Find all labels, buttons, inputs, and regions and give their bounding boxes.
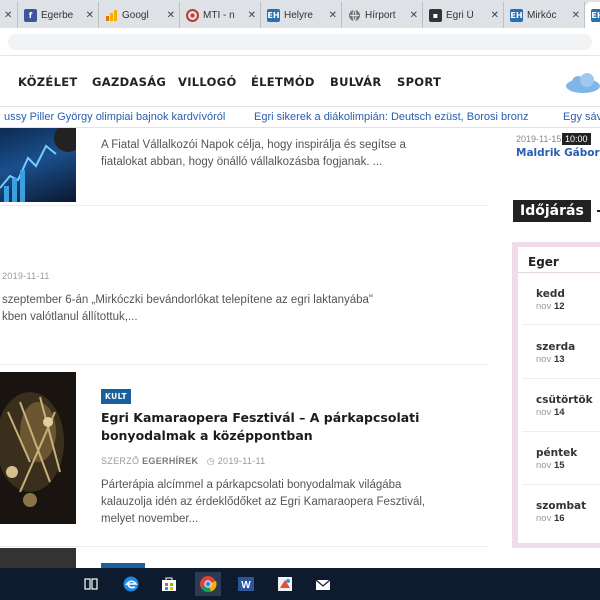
weather-city: Eger [528,255,559,269]
browser-tab[interactable]: EH Helyre ✕ [261,2,342,28]
browser-tab[interactable]: MTI - n ✕ [180,2,261,28]
google-analytics-icon [105,9,118,22]
svg-text:W: W [241,580,251,591]
article-date: 2019-11-11 [2,271,50,281]
article-excerpt: szeptember 6-án „Mirkóczki bevándorlókat… [2,294,373,323]
browser-tab[interactable]: ✕ [0,2,18,28]
eh-icon: EH [510,8,523,22]
weather-date: nov 16 [536,513,565,524]
weather-date: nov 14 [536,407,565,418]
browser-tab[interactable]: Hírport ✕ [342,2,423,28]
globe-icon [348,9,361,22]
eh-icon: EH [591,8,600,22]
divider [522,324,600,325]
weather-date: nov 12 [536,301,565,312]
chrome-icon[interactable] [195,572,221,596]
close-icon[interactable]: ✕ [491,10,499,21]
ticker-item[interactable]: Egy sáv [563,111,600,123]
mail-icon[interactable] [310,572,336,596]
weather-date: nov 15 [536,460,565,471]
ticker-item[interactable]: ussy Piller György olimpiai bajnok kardv… [4,111,225,123]
address-bar[interactable] [8,34,592,50]
news-ticker: ussy Piller György olimpiai bajnok kardv… [0,106,600,128]
eh-icon: EH [267,8,280,22]
paint-icon[interactable] [272,572,298,596]
divider [522,484,600,485]
weather-day: szerda [536,341,576,353]
article-headline[interactable]: Egri Kamaraopera Fesztivál – A párkapcso… [101,409,419,445]
divider [522,431,600,432]
weather-day: csütörtök [536,394,593,406]
browser-tab[interactable]: EH Mirkóc ✕ [504,2,585,28]
close-icon[interactable]: ✕ [572,10,580,21]
page-icon: ▪ [429,8,442,22]
sidebar-date: 2019-11-15 [516,134,562,144]
category-badge[interactable]: KULT [101,389,132,404]
article-excerpt: Párterápia alcímmel a párkapcsolati bony… [101,479,426,525]
mti-icon [186,8,199,22]
close-icon[interactable]: ✕ [167,10,175,21]
clock-icon: ◷ [206,456,215,466]
site-nav: KÖZÉLET GAZDASÁG VILLOGÓ ÉLETMÓD BULVÁR … [0,64,600,102]
edge-icon[interactable] [118,572,144,596]
nav-eletmod[interactable]: ÉLETMÓD [251,75,315,89]
weather-day: péntek [536,447,578,459]
browser-tab[interactable]: Googl ✕ [99,2,180,28]
weather-date: nov 13 [536,354,565,365]
task-view-icon[interactable] [78,572,104,596]
close-icon[interactable]: ✕ [4,10,12,21]
browser-tab[interactable]: ▪ Egri Ü ✕ [423,2,504,28]
ticker-item[interactable]: Egri sikerek a diákolimpián: Deutsch ezü… [254,111,529,123]
nav-gazdasag[interactable]: GAZDASÁG [92,75,166,89]
cloud-icon [566,73,600,93]
author-link[interactable]: EGERHÍREK [142,456,198,466]
divider [0,205,488,206]
store-icon[interactable] [156,572,182,596]
weather-title: Időjárás [513,200,591,222]
facebook-icon: f [24,8,37,22]
divider [0,546,488,547]
article-thumbnail[interactable] [0,372,76,524]
close-icon[interactable]: ✕ [329,10,337,21]
article-thumbnail[interactable] [0,128,76,202]
weather-day: szombat [536,500,587,512]
nav-villogo[interactable]: VILLOGÓ [178,75,237,89]
close-icon[interactable]: ✕ [86,10,94,21]
nav-sport[interactable]: SPORT [397,75,441,89]
nav-bulvar[interactable]: BULVÁR [330,75,382,89]
close-icon[interactable]: ✕ [410,10,418,21]
divider [518,272,600,273]
close-icon[interactable]: ✕ [248,10,256,21]
sidebar-article-link[interactable]: Maldrik Gábor k [516,147,600,159]
divider [522,378,600,379]
article-meta: SZERZŐ EGERHÍREK ◷ 2019-11-11 [101,456,266,466]
divider [0,364,488,365]
nav-kozelet[interactable]: KÖZÉLET [18,75,78,89]
article-excerpt: A Fiatal Vállalkozói Napok célja, hogy i… [101,139,406,168]
browser-tab[interactable]: f Egerbe ✕ [18,2,99,28]
browser-tab-active[interactable]: EH [585,2,600,28]
article-thumbnail[interactable] [0,548,76,568]
address-bar-area [0,28,600,56]
word-icon[interactable]: W [233,572,259,596]
sidebar-time: 10:00 [562,133,591,145]
browser-tab-bar: ✕ f Egerbe ✕ Googl ✕ MTI - n ✕ EH Helyre… [0,0,600,28]
weather-day: kedd [536,288,565,300]
os-taskbar: W [0,568,600,600]
